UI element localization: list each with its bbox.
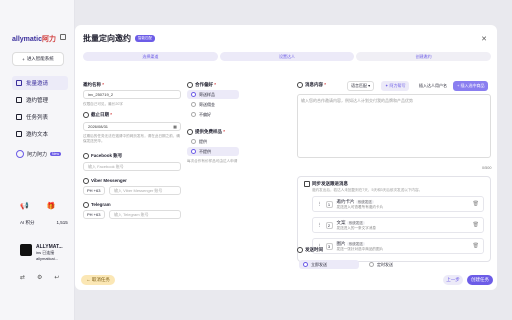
sidebar-item-task-list[interactable]: 任务列表: [12, 110, 68, 124]
facebook-input[interactable]: 输入 Facebook 账号: [83, 162, 181, 171]
viber-icon: [83, 178, 89, 184]
gift-icon[interactable]: 🎁: [47, 202, 56, 210]
trash-icon[interactable]: 🗑: [473, 243, 479, 249]
radio-icon: [191, 102, 196, 107]
sidebar-item-brand[interactable]: 阿力阿力 New: [16, 150, 62, 158]
followup-label: 同步发送跟进消息: [304, 181, 348, 187]
stepper: 选择渠道 设置达人 创建邀约: [83, 52, 492, 61]
radio-icon: [303, 262, 308, 267]
char-count: 0/500: [482, 166, 492, 170]
radio-icon: [191, 92, 196, 97]
radio-icon: [369, 262, 374, 267]
insert-product-button[interactable]: + 插入选中商品: [453, 81, 489, 91]
brand-icon: [16, 150, 24, 158]
message-textarea[interactable]: 输入您的合作邀请内容，例如达人计划交付我的品牌和产品优势: [297, 94, 491, 158]
page-title: 批量定向邀约: [83, 34, 131, 43]
sidebar-item-invite-manage[interactable]: 邀约管理: [12, 93, 68, 107]
sidebar-nav: 批量邀请 邀约管理 任务列表 邀约文本: [12, 76, 68, 144]
avatar: [20, 244, 32, 256]
telegram-country-select[interactable]: PH +63: [83, 210, 105, 219]
followup-item[interactable]: ⋮ 2 文案 系统发送 发送进入的一条文字消息 🗑: [312, 217, 484, 233]
free-option-no[interactable]: 不提供: [187, 147, 239, 156]
sample-icon: [187, 129, 193, 135]
ai-write-button[interactable]: ✦ 阿力帮写: [381, 81, 410, 91]
translate-icon[interactable]: ⇄: [20, 274, 25, 281]
deadline-input[interactable]: 2026/08/31 ▦: [83, 122, 181, 131]
send-time-label: 发送时间: [297, 247, 323, 253]
account-card[interactable]: ALLYMAT... ins 已连接 allymaticai...: [20, 244, 63, 262]
facebook-label: Facebook 账号: [83, 153, 122, 159]
handshake-icon: [187, 82, 193, 88]
prev-button[interactable]: 上一步: [443, 275, 463, 285]
deadline-label: 截止日期 *: [83, 112, 112, 118]
users-icon: [16, 80, 22, 86]
title-badge: 智能匹配: [135, 35, 155, 42]
submit-button[interactable]: 创建任务: [467, 275, 493, 285]
logout-icon[interactable]: ↩: [54, 274, 59, 281]
coop-label: 合作偏好 *: [187, 82, 216, 88]
free-sample-label: 提供免费样品 *: [187, 129, 225, 135]
language-select[interactable]: 语言匹配 ▾: [347, 81, 375, 91]
trash-icon[interactable]: 🗑: [473, 222, 479, 228]
viber-country-select[interactable]: PH +63: [83, 186, 105, 195]
message-label: 消息内容 *: [297, 82, 326, 88]
step-2[interactable]: 设置达人: [219, 52, 355, 61]
plus-icon: +: [22, 56, 25, 62]
step-1[interactable]: 选择渠道: [83, 52, 218, 61]
message-icon: [297, 82, 303, 88]
coop-option-commission[interactable]: 寄送佣金: [187, 100, 239, 109]
trash-icon[interactable]: 🗑: [473, 201, 479, 207]
calendar-icon: ▦: [173, 124, 177, 129]
megaphone-icon[interactable]: 📢: [20, 202, 29, 210]
chat-icon: [16, 97, 22, 103]
viber-input[interactable]: 输入 Viber Messenger 账号: [109, 186, 181, 195]
gear-icon[interactable]: ⚙: [37, 274, 42, 281]
checkbox-icon: [304, 181, 310, 187]
send-now-option[interactable]: 立即发送: [299, 260, 359, 269]
facebook-icon: [83, 153, 89, 159]
clock-icon: [297, 247, 303, 253]
drag-handle-icon[interactable]: ⋮: [317, 201, 322, 207]
telegram-input[interactable]: 输入 Telegram 账号: [109, 210, 181, 219]
followup-section: 同步发送跟进消息 邀约发出后，若达人未回复则在7天，5天和3天后依次发送以下内容…: [297, 176, 491, 262]
followup-item[interactable]: ⋮ 3 图片 系统发送 发送一张针对选中商品的图片 🗑: [312, 238, 484, 254]
insert-author-button[interactable]: 插入达人用户名: [415, 81, 451, 91]
radio-icon: [191, 149, 196, 154]
cancel-task-button[interactable]: ← 取消任务: [81, 275, 115, 285]
telegram-label: Telegram: [83, 202, 111, 208]
dialog-header: 批量定向邀约 智能匹配: [83, 33, 155, 44]
deadline-hint: 过期后的任务无法在邀请中的网页发布，请在此日期之前，确保发送完毕。: [83, 134, 181, 143]
list-icon: [16, 114, 22, 120]
enter-system-button[interactable]: + 进入智能系统: [12, 52, 64, 66]
document-icon: [16, 131, 22, 137]
send-scheduled-option[interactable]: 定时发送: [365, 260, 425, 269]
drag-handle-icon[interactable]: ⋮: [317, 222, 322, 228]
collapse-icon[interactable]: [60, 34, 66, 40]
followup-hint: 邀约发出后，若达人未回复则在7天，5天和3天后依次发送以下内容。: [312, 188, 423, 192]
sidebar: allymatic阿力 + 进入智能系统 批量邀请 邀约管理 任务列表 邀约文本 …: [0, 0, 75, 320]
footer-icons: ⇄ ⚙ ↩: [20, 274, 59, 281]
ai-credits: AI 积分 1,515: [20, 220, 68, 225]
tool-icons: 📢 🎁: [20, 202, 55, 210]
telegram-icon: [83, 202, 89, 208]
radio-icon: [191, 112, 196, 117]
sidebar-item-batch-invite[interactable]: 批量邀请: [12, 76, 68, 90]
close-icon[interactable]: ✕: [481, 35, 487, 43]
sidebar-item-invite-text[interactable]: 邀约文本: [12, 127, 68, 141]
invite-dialog: 批量定向邀约 智能匹配 ✕ 选择渠道 设置达人 创建邀约 邀约名称 * inv_…: [75, 25, 497, 290]
name-label: 邀约名称 *: [83, 82, 105, 87]
step-3[interactable]: 创建邀约: [356, 52, 492, 61]
viber-label: Viber Messenger: [83, 178, 127, 184]
followup-item[interactable]: ⋮ 1 邀约卡片 系统发送 发送进入可查看所有邀约卡片 🗑: [312, 196, 484, 212]
coop-option-sample[interactable]: 寄送样品: [187, 90, 239, 99]
free-option-yes[interactable]: 提供: [187, 137, 239, 146]
logo: allymatic阿力: [12, 36, 56, 43]
name-input[interactable]: inv_250719_2: [83, 90, 181, 99]
coop-option-none[interactable]: 不偏好: [187, 110, 239, 119]
free-sample-hint: 每次合作有价样品可由达人申请: [187, 159, 238, 163]
radio-icon: [191, 139, 196, 144]
name-hint: 仅限自己可见，最长20字: [83, 102, 123, 106]
clock-icon: [83, 112, 89, 118]
